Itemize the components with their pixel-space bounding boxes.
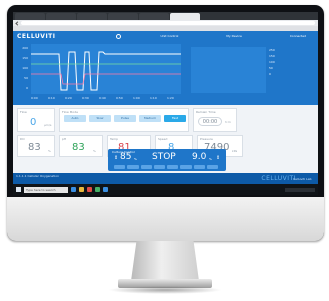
flow-label: Flow xyxy=(20,110,27,114)
x-tick: 0:10 xyxy=(48,96,55,100)
system-tray xyxy=(285,187,315,192)
control-button-row xyxy=(114,165,218,169)
status-right: Celluviti Lab xyxy=(293,177,312,181)
control-button[interactable] xyxy=(180,165,192,169)
flow-card[interactable]: Flow 0 μm/s xyxy=(17,108,55,132)
timer-value: 00:00 xyxy=(198,117,222,126)
browser-tabbar xyxy=(13,12,318,20)
right-setpoint: 9.0 xyxy=(192,152,207,162)
left-stepper-icon[interactable]: ⇕ xyxy=(114,155,118,161)
sensor-label: Speed xyxy=(158,137,168,141)
status-bar: 1.1.1.1 Cellular Oxygenation CELLUVITI C… xyxy=(13,173,318,184)
x-tick: 0:00 xyxy=(31,96,38,100)
right-tick: 0 xyxy=(269,72,271,76)
monitor-shadow xyxy=(108,286,222,294)
monitor-screen: CELLUVITI Unit Control My Device Connect… xyxy=(13,12,318,195)
x-tick: 1:10 xyxy=(150,96,157,100)
chart-right-axis: 250 150 100 50 0 xyxy=(269,47,314,93)
mode-button-active[interactable]: Fast xyxy=(164,115,186,122)
control-button[interactable] xyxy=(114,165,126,169)
left-setpoint: 85 xyxy=(120,152,132,162)
x-tick: 0:20 xyxy=(65,96,72,100)
control-button[interactable] xyxy=(193,165,205,169)
right-stepper-icon[interactable]: ⇕ xyxy=(216,155,220,161)
series-line-pink xyxy=(31,73,181,85)
right-setpoint-unit: % xyxy=(209,157,212,161)
browser-tab-active[interactable] xyxy=(170,13,200,20)
app-logo: CELLUVITI xyxy=(17,32,56,40)
settings-icon[interactable] xyxy=(115,33,121,39)
x-tick: 1:20 xyxy=(167,96,174,100)
control-button[interactable] xyxy=(167,165,179,169)
sensor-card[interactable]: pH 83 % xyxy=(59,135,103,157)
header-link-device[interactable]: My Device xyxy=(226,34,242,38)
browser-tab[interactable] xyxy=(46,13,76,20)
timer-label: Remain Time xyxy=(196,110,216,114)
monitor-stand-neck xyxy=(131,241,199,281)
back-icon[interactable] xyxy=(15,20,20,26)
start-icon[interactable] xyxy=(16,187,21,192)
status-logo: CELLUVITI xyxy=(261,175,296,182)
browser-tab[interactable] xyxy=(77,13,107,20)
x-tick: 0:40 xyxy=(99,96,106,100)
app-header: CELLUVITI Unit Control My Device Connect… xyxy=(13,31,318,41)
y-tick: 150 xyxy=(22,56,28,60)
live-chart: 200 150 100 50 0 250 150 100 50 0 0:00 0… xyxy=(13,41,318,105)
sensor-card[interactable]: DO 83 % xyxy=(17,135,55,157)
mode-label: Flow Mode xyxy=(62,110,78,114)
browser-tab[interactable] xyxy=(15,13,45,20)
mode-card: Flow Mode Auto Slow Pulse Medium Fast xyxy=(59,108,189,132)
stop-button[interactable]: STOP xyxy=(152,152,176,162)
x-tick: 1:00 xyxy=(133,96,140,100)
timer-unit: h:m xyxy=(225,120,231,124)
chart-series-svg xyxy=(31,51,181,91)
series-line-white xyxy=(31,51,181,91)
sensor-label: pH xyxy=(62,137,67,141)
header-status: Connected xyxy=(289,34,306,38)
control-button[interactable] xyxy=(127,165,139,169)
taskbar-app-icon[interactable] xyxy=(71,187,76,192)
flow-value: 0 xyxy=(30,117,37,128)
monitor-chin xyxy=(7,197,324,241)
taskbar-app-icon[interactable] xyxy=(87,187,92,192)
header-link-unit[interactable]: Unit Control xyxy=(160,34,178,38)
y-tick: 50 xyxy=(24,76,28,80)
chart-y-axis: 200 150 100 50 0 xyxy=(16,43,28,93)
sensor-value: 83 xyxy=(72,142,85,153)
sensor-label: DO xyxy=(20,137,25,141)
control-button[interactable] xyxy=(140,165,152,169)
taskbar-app-icon[interactable] xyxy=(79,187,84,192)
stage: CELLUVITI Unit Control My Device Connect… xyxy=(0,0,329,301)
mode-button[interactable]: Auto xyxy=(64,115,86,122)
browser-tab[interactable] xyxy=(139,13,169,20)
sensor-label: Pressure xyxy=(200,137,213,141)
y-tick: 0 xyxy=(26,86,28,90)
left-setpoint-unit: % xyxy=(134,157,137,161)
taskbar-app-icon[interactable] xyxy=(103,187,108,192)
flow-unit: μm/s xyxy=(44,123,52,127)
culture-control: Culture Control ⇕ 85 % STOP 9.0 % ⇕ xyxy=(108,149,226,171)
status-left: 1.1.1.1 Cellular Oxygenation xyxy=(16,174,59,178)
taskbar-search[interactable]: Type here to search xyxy=(24,186,68,193)
sensor-label: Temp xyxy=(110,137,118,141)
y-tick: 200 xyxy=(22,46,28,50)
sensor-unit: % xyxy=(48,149,51,153)
url-input[interactable] xyxy=(21,21,315,25)
control-button[interactable] xyxy=(206,165,218,169)
chart-side-panel xyxy=(191,47,266,93)
sensor-value: 83 xyxy=(28,142,41,153)
sensor-unit: % xyxy=(93,149,96,153)
mode-button[interactable]: Pulse xyxy=(114,115,136,122)
y-tick: 100 xyxy=(22,66,28,70)
os-taskbar: Type here to search xyxy=(13,184,318,195)
browser-tab[interactable] xyxy=(108,13,138,20)
mode-button[interactable]: Slow xyxy=(89,115,111,122)
taskbar-app-icon[interactable] xyxy=(95,187,100,192)
timer-card: Remain Time 00:00 h:m xyxy=(193,108,237,132)
sensor-unit: kPa xyxy=(232,149,238,153)
control-button[interactable] xyxy=(153,165,165,169)
x-tick: 0:50 xyxy=(116,96,123,100)
x-tick: 0:30 xyxy=(82,96,89,100)
mode-button[interactable]: Medium xyxy=(139,115,161,122)
